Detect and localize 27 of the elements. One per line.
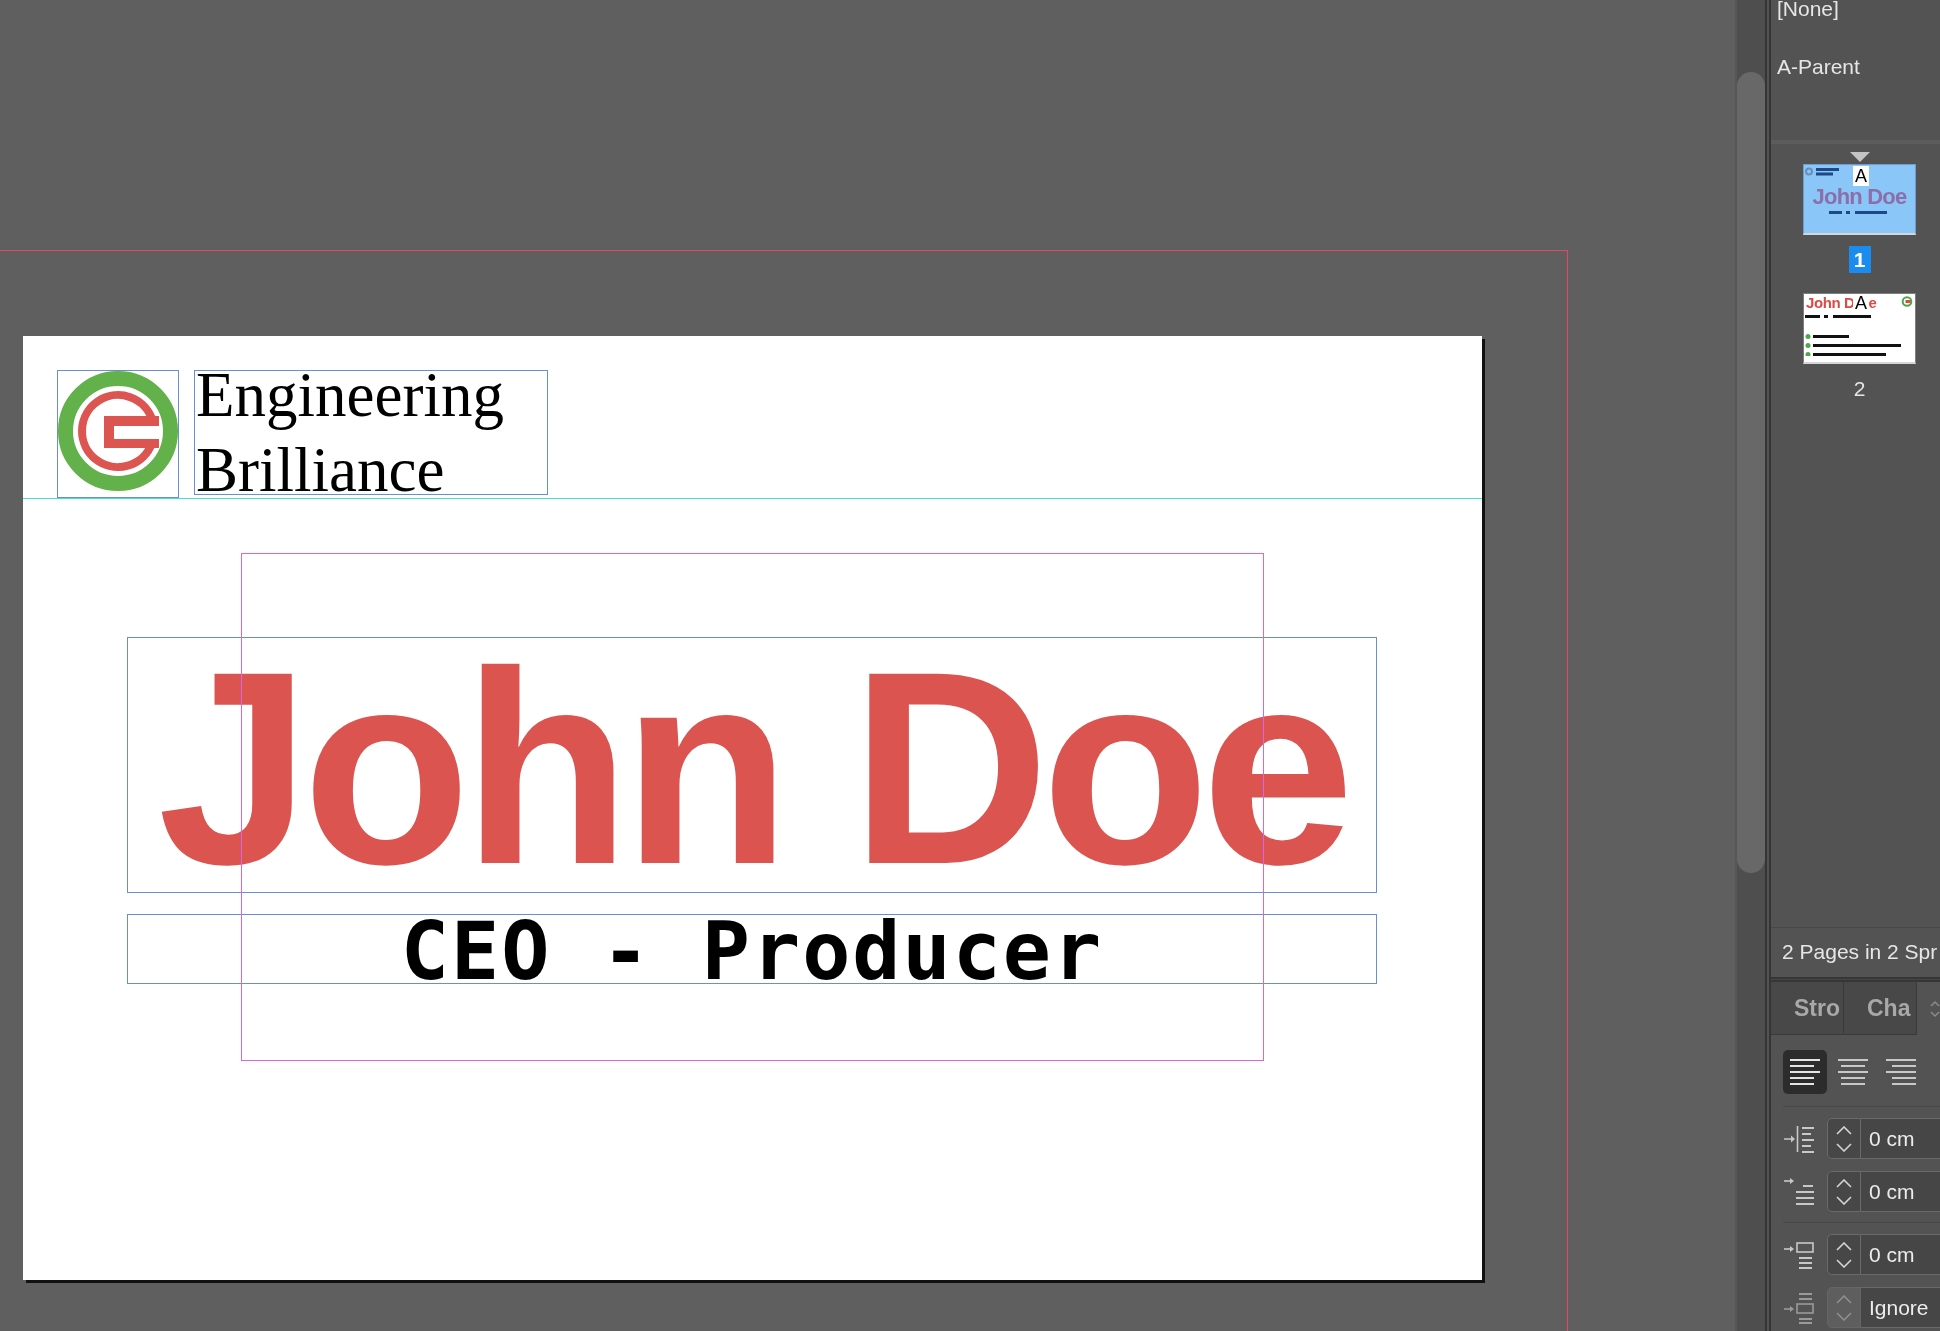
- thumbnail-name: e: [1868, 295, 1877, 311]
- job-title: CEO - Producer: [127, 914, 1377, 984]
- align-center-icon: [1838, 1059, 1868, 1085]
- align-left-icon: [1790, 1059, 1820, 1085]
- subtitle-miniature-drawing: [1829, 211, 1887, 214]
- down-triangle-icon: [1849, 152, 1870, 162]
- value-field[interactable]: 0 cm: [1861, 1171, 1940, 1212]
- align-right-icon: [1886, 1059, 1916, 1085]
- company-name: Engineering Brilliance: [194, 370, 548, 495]
- logo-miniature-drawing: [1805, 167, 1839, 176]
- subtitle-miniature-drawing: [1805, 315, 1871, 318]
- page-thumbnail[interactable]: John Doe A: [1803, 164, 1916, 235]
- value-field[interactable]: 0 cm: [1861, 1234, 1940, 1275]
- thumbnail-name: John Doe: [1812, 184, 1907, 209]
- parent-page-item[interactable]: A-Parent: [1777, 58, 1860, 76]
- parent-prefix-label: A: [1853, 166, 1869, 186]
- scrollbar[interactable]: [1735, 0, 1765, 1331]
- align-left-button[interactable]: [1783, 1050, 1827, 1094]
- space-between-icon: [1783, 1290, 1817, 1325]
- panel-tab[interactable]: Stro: [1771, 982, 1844, 1035]
- parent-page-item[interactable]: [None]: [1777, 0, 1839, 18]
- page-number: 1: [1848, 246, 1871, 273]
- panel-tab[interactable]: Cha: [1844, 982, 1917, 1035]
- logo-miniature-icon: [1901, 296, 1913, 307]
- page-number: 2: [1852, 376, 1867, 402]
- scrollbar-thumb[interactable]: [1737, 72, 1765, 873]
- value-field[interactable]: 0 cm: [1861, 1118, 1940, 1159]
